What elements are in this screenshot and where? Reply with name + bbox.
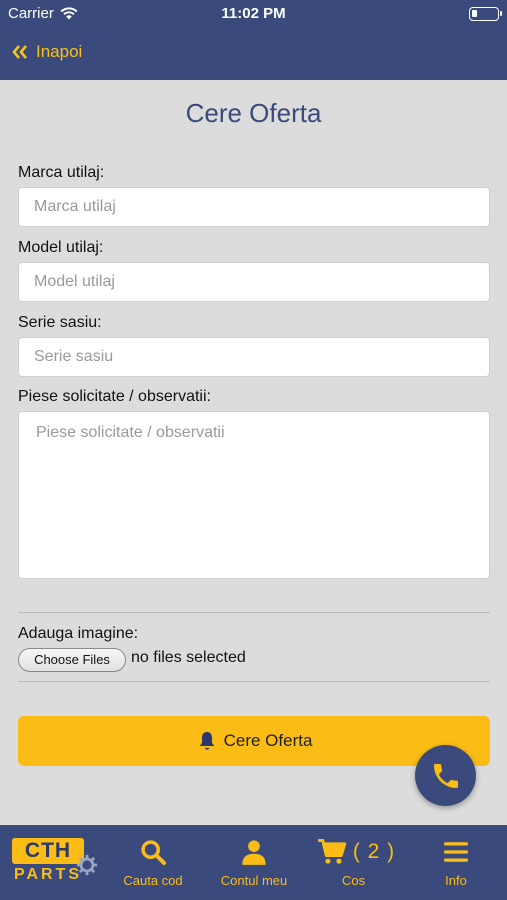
status-bar: Carrier 11:02 PM — [0, 0, 507, 28]
brand-input[interactable] — [18, 187, 490, 227]
tab-search[interactable]: Cauta cod — [118, 835, 188, 888]
logo-cth-text: CTH — [12, 838, 84, 864]
battery-icon — [469, 7, 502, 21]
menu-icon — [444, 842, 468, 862]
parts-textarea[interactable] — [18, 411, 490, 579]
tab-info-label: Info — [445, 873, 467, 888]
main-content: Cere Oferta Marca utilaj: Model utilaj: … — [0, 80, 507, 825]
tab-bar: CTH PARTS Cauta cod Contul meu (2) Cos… — [0, 825, 507, 900]
tab-account[interactable]: Contul meu — [216, 835, 292, 888]
divider — [18, 681, 490, 682]
tab-search-label: Cauta cod — [123, 873, 183, 888]
cart-icon — [317, 838, 347, 864]
model-label: Model utilaj: — [18, 239, 104, 256]
tab-account-label: Contul meu — [220, 873, 288, 888]
brand-label: Marca utilaj: — [18, 164, 105, 181]
choose-files-button[interactable]: Choose Files — [18, 648, 126, 672]
logo-parts-text: PARTS — [14, 866, 83, 883]
model-input[interactable] — [18, 262, 490, 302]
search-icon — [141, 840, 167, 866]
tab-cart[interactable]: ( 2 ) Cos — [316, 835, 396, 888]
submit-label: Cere Oferta — [223, 731, 313, 750]
call-button[interactable] — [415, 745, 476, 806]
bell-icon — [199, 731, 214, 750]
cth-parts-logo[interactable]: CTH PARTS — [10, 838, 98, 886]
tab-info[interactable]: Info — [430, 835, 482, 888]
image-label: Adauga imagine: — [18, 625, 139, 642]
serial-input[interactable] — [18, 337, 490, 377]
gear-icon — [76, 854, 98, 876]
serial-label: Serie sasiu: — [18, 314, 102, 331]
nav-bar: Inapoi — [0, 28, 507, 80]
tab-cart-label: Cos — [342, 873, 366, 888]
cart-count-badge: ( 2 ) — [352, 840, 396, 863]
user-icon — [242, 840, 266, 865]
back-label: Inapoi — [36, 42, 83, 61]
parts-label: Piese solicitate / observatii: — [18, 388, 211, 405]
double-chevron-left-icon — [12, 45, 27, 59]
divider — [18, 612, 490, 613]
file-status: no files selected — [131, 649, 246, 666]
page-title: Cere Oferta — [185, 98, 322, 128]
clock: 11:02 PM — [221, 5, 286, 22]
back-button[interactable]: Inapoi — [12, 42, 82, 62]
phone-icon — [433, 763, 458, 788]
